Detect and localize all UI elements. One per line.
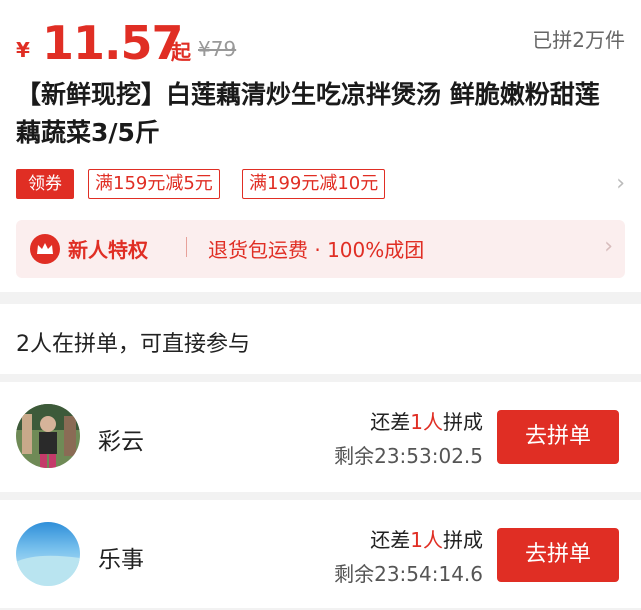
- product-card: ¥ 11.57 起 ¥79 已拼2万件 【新鲜现挖】白莲藕清炒生吃凉拌煲汤 鲜脆…: [0, 0, 641, 292]
- divider: [0, 374, 641, 382]
- avatar: [16, 404, 80, 468]
- original-price: ¥79: [198, 37, 237, 61]
- countdown: 剩余23:54:14.6: [334, 562, 483, 586]
- avatar: [16, 522, 80, 586]
- new-user-privilege-banner[interactable]: 新人特权 退货包运费 · 100%成团 ›: [16, 220, 625, 278]
- need-count: 1人: [410, 528, 443, 552]
- need-suffix: 拼成: [443, 528, 483, 552]
- group-row: 彩云 还差1人拼成 剩余23:53:02.5 去拼单: [0, 382, 641, 492]
- privilege-text: 退货包运费 · 100%成团: [208, 238, 425, 262]
- coupon-row[interactable]: 领券 满159元减5元 满199元减10元 ›: [16, 169, 625, 201]
- join-group-button[interactable]: 去拼单: [497, 528, 619, 582]
- user-name: 彩云: [98, 429, 144, 455]
- need-info: 还差1人拼成: [370, 406, 483, 435]
- join-group-button[interactable]: 去拼单: [497, 410, 619, 464]
- divider: [0, 492, 641, 500]
- crown-icon: [30, 234, 60, 264]
- user-name: 乐事: [98, 547, 144, 573]
- privilege-divider: [186, 237, 187, 257]
- currency-symbol: ¥: [16, 38, 30, 62]
- countdown: 剩余23:53:02.5: [334, 444, 483, 468]
- group-buy-section: 2人在拼单，可直接参与 彩云 还差1人拼成 剩余23:53:02.5 去拼单 乐…: [0, 304, 641, 608]
- need-prefix: 还差: [370, 528, 411, 552]
- sold-count: 已拼2万件: [532, 28, 625, 52]
- chevron-right-icon[interactable]: ›: [604, 234, 613, 259]
- privilege-title: 新人特权: [68, 238, 148, 262]
- price: 11.57: [42, 16, 184, 70]
- price-row: ¥ 11.57 起 ¥79 已拼2万件: [16, 12, 625, 70]
- product-title: 【新鲜现挖】白莲藕清炒生吃凉拌煲汤 鲜脆嫩粉甜莲藕蔬菜3/5斤: [16, 80, 600, 147]
- need-info: 还差1人拼成: [370, 524, 483, 553]
- need-prefix: 还差: [370, 410, 411, 434]
- coupon-label: 领券: [16, 169, 74, 199]
- need-suffix: 拼成: [443, 410, 483, 434]
- coupon-item[interactable]: 满199元减10元: [242, 169, 386, 199]
- group-heading: 2人在拼单，可直接参与: [16, 332, 250, 357]
- need-count: 1人: [410, 410, 443, 434]
- price-suffix: 起: [171, 40, 191, 64]
- coupon-item[interactable]: 满159元减5元: [88, 169, 220, 199]
- chevron-right-icon[interactable]: ›: [616, 171, 625, 196]
- group-row: 乐事 还差1人拼成 剩余23:54:14.6 去拼单: [0, 500, 641, 610]
